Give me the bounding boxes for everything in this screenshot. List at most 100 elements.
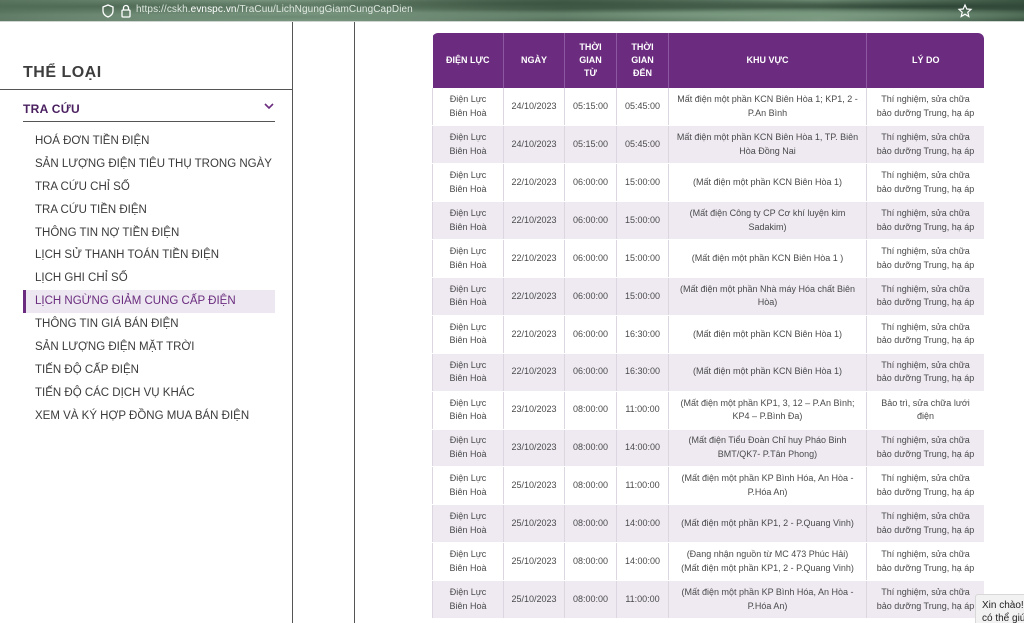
column-thoi-gian-den-cell: 15:00:00 <box>616 201 669 241</box>
chevron-down-icon[interactable] <box>263 100 275 112</box>
column-thoi-gian-tu-cell: 06:00:00 <box>564 315 617 354</box>
sidebar-item[interactable]: LỊCH SỬ THANH TOÁN TIỀN ĐIỆN <box>23 244 275 267</box>
content-divider <box>354 22 355 623</box>
column-ngay-cell: 24/10/2023 <box>503 125 565 165</box>
tra-cuu-section-header[interactable]: TRA CỨU <box>23 100 275 122</box>
url-path: /TraCuu/LichNgungGiamCungCapDien <box>236 4 413 15</box>
column-ngay-cell: 22/10/2023 <box>503 239 565 278</box>
table-row: Điện Lực Biên Hoà 23/10/2023 08:00:00 14:00… <box>432 429 984 468</box>
column-thoi-gian-tu-cell: 06:00:00 <box>564 239 617 278</box>
column-khu-vuc-cell: (Mất điện Tiểu Đoàn Chỉ huy Pháo Binh BM… <box>668 429 867 468</box>
column-khu-vuc-cell: Mất điện một phần KCN Biên Hòa 1; KP1, 2… <box>668 88 867 127</box>
column-khu-vuc-cell: (Mất điện một phần KCN Biên Hòa 1 ) <box>668 239 867 278</box>
table-row: Điện Lực Biên Hoà 22/10/2023 06:00:00 15:00… <box>432 163 984 203</box>
column-thoi-gian-tu-cell: 05:15:00 <box>564 88 617 127</box>
column-thoi-gian-den-cell: 15:00:00 <box>616 277 669 316</box>
column-ngay-cell: 23/10/2023 <box>503 429 565 468</box>
url-field[interactable]: https://cskh.evnspc.vn/TraCuu/LichNgungG… <box>136 4 413 15</box>
column-khu-vuc-header: KHU VỰC <box>668 33 867 88</box>
column-thoi-gian-den-cell: 16:30:00 <box>616 315 669 354</box>
column-dien-luc-header: ĐIỆN LỰC <box>432 33 504 88</box>
lock-icon[interactable] <box>118 3 134 19</box>
table-header-row: ĐIỆN LỰC NGÀY THỜI GIAN TỪ THỜI GIAN ĐẾN KHU… <box>432 33 984 88</box>
column-ngay-header: NGÀY <box>503 33 565 88</box>
column-khu-vuc-cell: (Mất điện một phần KCN Biên Hòa 1) <box>668 315 867 354</box>
column-ngay-cell: 25/10/2023 <box>503 504 565 544</box>
column-ngay-cell: 25/10/2023 <box>503 542 565 582</box>
column-khu-vuc-cell: Mất điện một phần KCN Biên Hòa 1, TP. Bi… <box>668 125 867 165</box>
column-ngay-cell: 22/10/2023 <box>503 277 565 316</box>
column-thoi-gian-den-cell: 16:30:00 <box>616 353 669 392</box>
chat-subtext: có thể giú <box>982 613 1024 623</box>
chat-widget[interactable]: Xin chào! có thể giú <box>975 594 1024 623</box>
column-ngay-cell: 22/10/2023 <box>503 315 565 354</box>
column-ly-do-cell: Thí nghiệm, sửa chữa bảo dưỡng Trung, hạ… <box>866 163 984 203</box>
sidebar-item[interactable]: TIẾN ĐỘ CẤP ĐIỆN <box>23 359 275 382</box>
column-khu-vuc-cell: (Mất điện một phần KCN Biên Hòa 1) <box>668 353 867 392</box>
column-dien-luc-cell: Điện Lực Biên Hoà <box>432 125 504 165</box>
column-thoi-gian-tu-cell: 06:00:00 <box>564 277 617 316</box>
column-thoi-gian-tu-cell: 05:15:00 <box>564 125 617 165</box>
sidebar-item[interactable]: TRA CỨU TIỀN ĐIỆN <box>23 199 275 222</box>
column-ly-do-cell: Thí nghiệm, sửa chữa bảo dưỡng Trung, hạ… <box>866 315 984 354</box>
column-thoi-gian-den-cell: 15:00:00 <box>616 239 669 278</box>
column-thoi-gian-tu-cell: 06:00:00 <box>564 201 617 241</box>
sidebar-item[interactable]: THÔNG TIN NỢ TIỀN ĐIỆN <box>23 222 275 245</box>
column-ly-do-cell: Thí nghiệm, sửa chữa bảo dưỡng Trung, hạ… <box>866 504 984 544</box>
column-ngay-cell: 22/10/2023 <box>503 163 565 203</box>
column-ngay-cell: 22/10/2023 <box>503 201 565 241</box>
column-thoi-gian-den-cell: 14:00:00 <box>616 542 669 582</box>
column-ly-do-cell: Thí nghiệm, sửa chữa bảo dưỡng Trung, hạ… <box>866 277 984 316</box>
column-ngay-cell: 22/10/2023 <box>503 353 565 392</box>
sidebar-item[interactable]: TRA CỨU CHỈ SỐ <box>23 176 275 199</box>
star-icon[interactable] <box>957 3 973 19</box>
column-dien-luc-cell: Điện Lực Biên Hoà <box>432 315 504 354</box>
column-dien-luc-cell: Điện Lực Biên Hoà <box>432 429 504 468</box>
column-ly-do-cell: Thí nghiệm, sửa chữa bảo dưỡng Trung, hạ… <box>866 542 984 582</box>
sidebar-item[interactable]: XEM VÀ KÝ HỢP ĐỒNG MUA BÁN ĐIỆN <box>23 405 275 428</box>
column-dien-luc-cell: Điện Lực Biên Hoà <box>432 580 504 619</box>
table-row: Điện Lực Biên Hoà 25/10/2023 08:00:00 11:00… <box>432 466 984 506</box>
column-ly-do-cell: Bảo trì, sửa chữa lưới điện <box>866 391 984 430</box>
sidebar-item[interactable]: LỊCH GHI CHỈ SỐ <box>23 267 275 290</box>
column-thoi-gian-tu-cell: 08:00:00 <box>564 466 617 506</box>
section-label: TRA CỨU <box>23 102 80 116</box>
table-row: Điện Lực Biên Hoà 22/10/2023 06:00:00 15:00… <box>432 239 984 278</box>
column-khu-vuc-cell: (Mất điện một phần KP1, 2 - P.Quang Vinh… <box>668 504 867 544</box>
column-thoi-gian-den-cell: 11:00:00 <box>616 391 669 430</box>
column-thoi-gian-den-cell: 15:00:00 <box>616 163 669 203</box>
column-dien-luc-cell: Điện Lực Biên Hoà <box>432 201 504 241</box>
column-ngay-cell: 24/10/2023 <box>503 88 565 127</box>
table-row: Điện Lực Biên Hoà 25/10/2023 08:00:00 14:00… <box>432 542 984 582</box>
outage-schedule-table: ĐIỆN LỰC NGÀY THỜI GIAN TỪ THỜI GIAN ĐẾN KHU… <box>432 33 984 623</box>
column-khu-vuc-cell: (Mất điện một phần KP1, 3, 12 – P.An Bìn… <box>668 391 867 430</box>
column-dien-luc-cell: Điện Lực Biên Hoà <box>432 163 504 203</box>
sidebar-item[interactable]: THÔNG TIN GIÁ BÁN ĐIỆN <box>23 313 275 336</box>
table-row: Điện Lực Biên Hoà 22/10/2023 06:00:00 15:00… <box>432 201 984 241</box>
shield-icon[interactable] <box>100 3 116 19</box>
url-host: evnspc.vn <box>190 4 237 15</box>
column-khu-vuc-cell: (Mất điện một phần Nhà máy Hóa chất Biên… <box>668 277 867 316</box>
column-dien-luc-cell: Điện Lực Biên Hoà <box>432 88 504 127</box>
sidebar: THỂ LOẠI TRA CỨU HOÁ ĐƠN TIỀN ĐIỆN SẢN LƯ… <box>0 22 293 623</box>
column-dien-luc-cell: Điện Lực Biên Hoà <box>432 466 504 506</box>
column-thoi-gian-den-cell: 05:45:00 <box>616 125 669 165</box>
column-ngay-cell: 25/10/2023 <box>503 580 565 619</box>
table-row: Điện Lực Biên Hoà 23/10/2023 08:00:00 11:00… <box>432 391 984 430</box>
column-dien-luc-cell: Điện Lực Biên Hoà <box>432 504 504 544</box>
sidebar-item[interactable]: LỊCH NGỪNG GIẢM CUNG CẤP ĐIỆN <box>23 290 275 314</box>
browser-address-bar: https://cskh.evnspc.vn/TraCuu/LichNgungG… <box>0 0 1024 22</box>
column-khu-vuc-cell: (Mất điện một phần KP Bình Hóa, An Hòa -… <box>668 580 867 619</box>
sidebar-item[interactable]: SẢN LƯỢNG ĐIỆN TIÊU THỤ TRONG NGÀY <box>23 153 275 176</box>
column-ly-do-header: LÝ DO <box>866 33 984 88</box>
column-ly-do-cell: Thí nghiệm, sửa chữa bảo dưỡng Trung, hạ… <box>866 125 984 165</box>
column-thoi-gian-tu-cell: 08:00:00 <box>564 504 617 544</box>
category-divider <box>0 89 292 90</box>
table-row: Điện Lực Biên Hoà 25/10/2023 08:00:00 14:00… <box>432 504 984 544</box>
column-thoi-gian-tu-cell: 08:00:00 <box>564 391 617 430</box>
sidebar-item[interactable]: HOÁ ĐƠN TIỀN ĐIỆN <box>23 130 275 153</box>
sidebar-item[interactable]: TIẾN ĐỘ CÁC DỊCH VỤ KHÁC <box>23 382 275 405</box>
category-title: THỂ LOẠI <box>23 64 102 81</box>
sidebar-item[interactable]: SẢN LƯỢNG ĐIỆN MẶT TRỜI <box>23 336 275 359</box>
column-thoi-gian-den-cell: 11:00:00 <box>616 580 669 619</box>
